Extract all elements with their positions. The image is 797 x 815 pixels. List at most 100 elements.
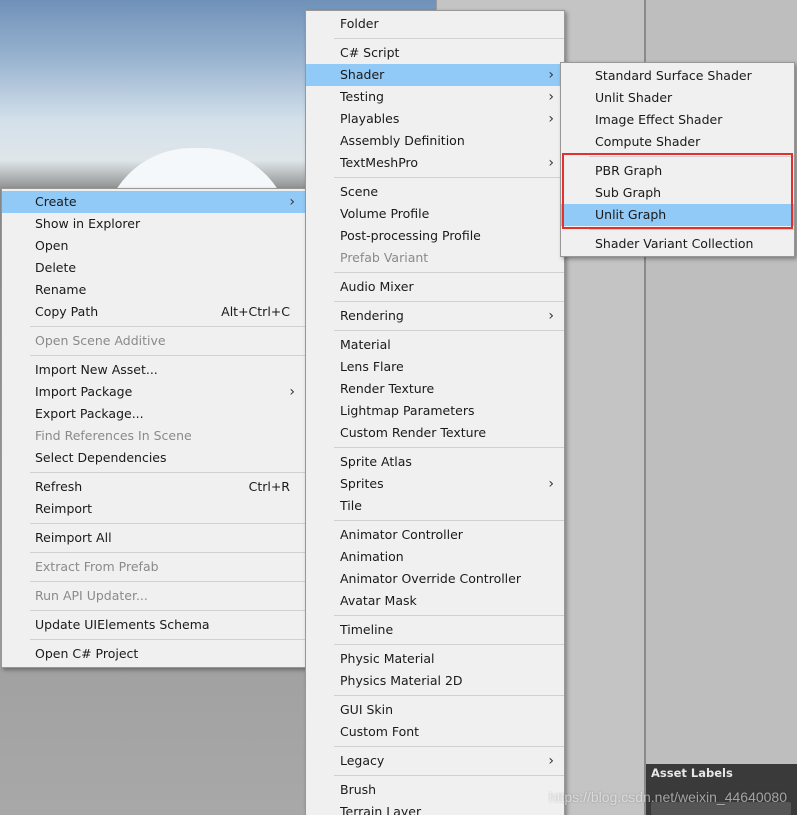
create-menu-item-custom-font[interactable]: Custom Font bbox=[306, 721, 564, 743]
create-menu-item-testing[interactable]: Testing › bbox=[306, 86, 564, 108]
create-menu-item-playables[interactable]: Playables › bbox=[306, 108, 564, 130]
menu-item-label: Post-processing Profile bbox=[340, 228, 481, 243]
create-menu-item-scene[interactable]: Scene bbox=[306, 181, 564, 203]
menu-item-label: Sprite Atlas bbox=[340, 454, 412, 469]
context-menu-item-show-in-explorer[interactable]: Show in Explorer bbox=[2, 213, 305, 235]
menu-item-label: Open bbox=[35, 238, 69, 253]
menu-item-label: Testing bbox=[340, 89, 384, 104]
create-menu-item-physics-material-2d[interactable]: Physics Material 2D bbox=[306, 670, 564, 692]
create-menu-item-custom-render-texture[interactable]: Custom Render Texture bbox=[306, 422, 564, 444]
chevron-right-icon: › bbox=[289, 384, 295, 400]
menu-separator bbox=[306, 692, 564, 699]
create-menu-item-animator-controller[interactable]: Animator Controller bbox=[306, 524, 564, 546]
create-menu-item-render-texture[interactable]: Render Texture bbox=[306, 378, 564, 400]
menu-item-label: Playables bbox=[340, 111, 400, 126]
context-menu-item-delete[interactable]: Delete bbox=[2, 257, 305, 279]
create-menu-item-sprites[interactable]: Sprites › bbox=[306, 473, 564, 495]
context-menu-item-rename[interactable]: Rename bbox=[2, 279, 305, 301]
menu-item-label: Physic Material bbox=[340, 651, 435, 666]
menu-item-label: Render Texture bbox=[340, 381, 435, 396]
menu-separator bbox=[306, 444, 564, 451]
menu-item-label: Image Effect Shader bbox=[595, 112, 723, 127]
context-menu-item-refresh[interactable]: Refresh Ctrl+R bbox=[2, 476, 305, 498]
create-menu-item-tile[interactable]: Tile bbox=[306, 495, 564, 517]
context-menu-item-extract-from-prefab: Extract From Prefab bbox=[2, 556, 305, 578]
create-menu-item-shader[interactable]: Shader › bbox=[306, 64, 564, 86]
shader-menu-item-compute-shader[interactable]: Compute Shader bbox=[561, 131, 794, 153]
create-menu-item-rendering[interactable]: Rendering › bbox=[306, 305, 564, 327]
menu-item-label: GUI Skin bbox=[340, 702, 394, 717]
watermark: https://blog.csdn.net/weixin_44640080 bbox=[548, 789, 787, 805]
context-menu-item-import-package[interactable]: Import Package › bbox=[2, 381, 305, 403]
chevron-right-icon: › bbox=[548, 67, 554, 83]
context-menu-item-open[interactable]: Open bbox=[2, 235, 305, 257]
context-menu-item-create[interactable]: Create › bbox=[2, 191, 305, 213]
menu-separator bbox=[306, 35, 564, 42]
create-menu-item-physic-material[interactable]: Physic Material bbox=[306, 648, 564, 670]
context-menu-item-open-c-project[interactable]: Open C# Project bbox=[2, 643, 305, 665]
menu-item-label: Animator Controller bbox=[340, 527, 463, 542]
create-menu-item-terrain-layer[interactable]: Terrain Layer bbox=[306, 801, 564, 815]
create-menu-item-avatar-mask[interactable]: Avatar Mask bbox=[306, 590, 564, 612]
create-menu-item-sprite-atlas[interactable]: Sprite Atlas bbox=[306, 451, 564, 473]
menu-separator bbox=[2, 607, 305, 614]
menu-separator bbox=[2, 352, 305, 359]
menu-item-label: Prefab Variant bbox=[340, 250, 429, 265]
menu-item-label: TextMeshPro bbox=[340, 155, 419, 170]
create-menu-item-brush[interactable]: Brush bbox=[306, 779, 564, 801]
menu-item-label: Delete bbox=[35, 260, 77, 275]
create-menu-item-legacy[interactable]: Legacy › bbox=[306, 750, 564, 772]
menu-item-label: Open C# Project bbox=[35, 646, 139, 661]
menu-separator bbox=[306, 517, 564, 524]
menu-item-shortcut: Alt+Ctrl+C bbox=[221, 304, 290, 319]
create-submenu: Folder C# Script Shader › Testing › Playables ›… bbox=[305, 10, 565, 815]
menu-separator bbox=[306, 612, 564, 619]
create-menu-item-animation[interactable]: Animation bbox=[306, 546, 564, 568]
context-menu-item-select-dependencies[interactable]: Select Dependencies bbox=[2, 447, 305, 469]
annotation-highlight-box bbox=[562, 153, 793, 229]
menu-item-label: Create bbox=[35, 194, 77, 209]
menu-item-shortcut: Ctrl+R bbox=[248, 479, 290, 494]
menu-item-label: Select Dependencies bbox=[35, 450, 167, 465]
menu-item-label: Unlit Shader bbox=[595, 90, 673, 105]
context-menu-item-reimport-all[interactable]: Reimport All bbox=[2, 527, 305, 549]
context-menu-item-export-package[interactable]: Export Package... bbox=[2, 403, 305, 425]
menu-separator bbox=[2, 636, 305, 643]
create-menu-item-assembly-definition[interactable]: Assembly Definition bbox=[306, 130, 564, 152]
shader-menu-item-image-effect-shader[interactable]: Image Effect Shader bbox=[561, 109, 794, 131]
create-menu-item-textmeshpro[interactable]: TextMeshPro › bbox=[306, 152, 564, 174]
shader-menu-item-standard-surface-shader[interactable]: Standard Surface Shader bbox=[561, 65, 794, 87]
context-menu-item-update-uielements-schema[interactable]: Update UIElements Schema bbox=[2, 614, 305, 636]
create-menu-item-post-processing-profile[interactable]: Post-processing Profile bbox=[306, 225, 564, 247]
menu-separator bbox=[306, 269, 564, 276]
menu-item-label: Scene bbox=[340, 184, 379, 199]
menu-item-label: Folder bbox=[340, 16, 379, 31]
menu-item-label: Find References In Scene bbox=[35, 428, 192, 443]
create-menu-item-folder[interactable]: Folder bbox=[306, 13, 564, 35]
create-menu-item-lightmap-parameters[interactable]: Lightmap Parameters bbox=[306, 400, 564, 422]
menu-item-label: Compute Shader bbox=[595, 134, 701, 149]
menu-item-label: Reimport bbox=[35, 501, 93, 516]
shader-menu-item-shader-variant-collection[interactable]: Shader Variant Collection bbox=[561, 233, 794, 255]
create-menu-item-gui-skin[interactable]: GUI Skin bbox=[306, 699, 564, 721]
context-menu-item-copy-path[interactable]: Copy Path Alt+Ctrl+C bbox=[2, 301, 305, 323]
create-menu-item-animator-override-controller[interactable]: Animator Override Controller bbox=[306, 568, 564, 590]
menu-item-label: Custom Render Texture bbox=[340, 425, 487, 440]
create-menu-item-audio-mixer[interactable]: Audio Mixer bbox=[306, 276, 564, 298]
create-menu-item-timeline[interactable]: Timeline bbox=[306, 619, 564, 641]
create-menu-item-c-script[interactable]: C# Script bbox=[306, 42, 564, 64]
menu-item-label: Legacy bbox=[340, 753, 385, 768]
chevron-right-icon: › bbox=[548, 308, 554, 324]
create-menu-item-material[interactable]: Material bbox=[306, 334, 564, 356]
shader-menu-item-unlit-shader[interactable]: Unlit Shader bbox=[561, 87, 794, 109]
menu-item-label: Shader bbox=[340, 67, 385, 82]
context-menu-item-import-new-asset[interactable]: Import New Asset... bbox=[2, 359, 305, 381]
menu-separator bbox=[306, 641, 564, 648]
menu-separator bbox=[2, 578, 305, 585]
menu-separator bbox=[306, 174, 564, 181]
create-menu-item-volume-profile[interactable]: Volume Profile bbox=[306, 203, 564, 225]
menu-item-label: Run API Updater... bbox=[35, 588, 148, 603]
create-menu-item-lens-flare[interactable]: Lens Flare bbox=[306, 356, 564, 378]
context-menu-item-reimport[interactable]: Reimport bbox=[2, 498, 305, 520]
chevron-right-icon: › bbox=[289, 194, 295, 210]
